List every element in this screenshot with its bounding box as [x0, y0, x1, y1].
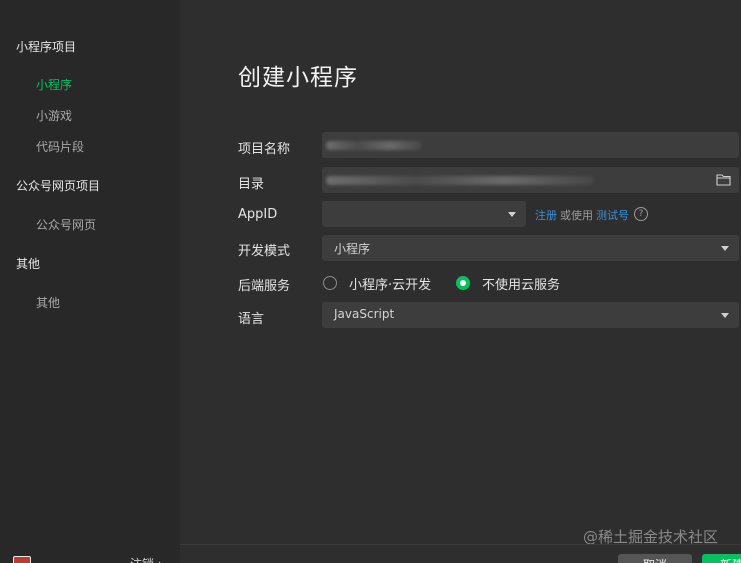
sidebar-item-miniprogram[interactable]: 小程序 [36, 76, 72, 93]
dev-mode-select[interactable]: 小程序 [322, 235, 739, 261]
cancel-button[interactable]: 取消 [618, 554, 692, 563]
or-use-text: 或使用 [560, 209, 593, 222]
appid-select[interactable] [322, 201, 526, 227]
dev-mode-value: 小程序 [334, 242, 371, 256]
language-select[interactable]: JavaScript [322, 302, 739, 328]
main-panel: 创建小程序 项目名称 目录 AppID 注册 或使用 测试号 ? 开发模式 小程… [180, 0, 741, 563]
radio-no-cloud[interactable] [456, 276, 470, 290]
sidebar: 小程序项目 小程序 小游戏 代码片段 公众号网页项目 公众号网页 其他 其他 注… [0, 0, 180, 563]
avatar[interactable] [13, 556, 31, 563]
sidebar-group-official-web: 公众号网页项目 [16, 179, 101, 193]
sidebar-item-minigame[interactable]: 小游戏 [36, 107, 72, 124]
help-icon[interactable]: ? [634, 207, 648, 221]
radio-cloud-dev[interactable] [323, 276, 337, 290]
chevron-down-icon [721, 246, 729, 251]
test-account-link[interactable]: 测试号 [596, 207, 629, 223]
chevron-down-icon [508, 212, 516, 217]
appid-label: AppID [238, 207, 278, 222]
dev-mode-label: 开发模式 [238, 244, 291, 259]
register-link[interactable]: 注册 [535, 207, 557, 223]
sidebar-footer: 注销 › [0, 545, 180, 563]
project-name-input[interactable] [322, 132, 739, 158]
sidebar-group-miniprogram: 小程序项目 [16, 40, 77, 54]
language-label: 语言 [238, 312, 265, 327]
backend-label: 后端服务 [238, 279, 291, 294]
directory-label: 目录 [238, 177, 265, 192]
radio-no-cloud-label[interactable]: 不使用云服务 [482, 274, 560, 293]
project-name-label: 项目名称 [238, 142, 291, 157]
radio-cloud-dev-label[interactable]: 小程序·云开发 [349, 274, 431, 293]
sidebar-item-official-web[interactable]: 公众号网页 [36, 216, 96, 233]
sidebar-group-other: 其他 [16, 257, 41, 271]
sidebar-item-code-snippet[interactable]: 代码片段 [36, 138, 84, 155]
directory-input[interactable] [322, 167, 739, 193]
redacted-project-name [326, 141, 422, 150]
logout-link[interactable]: 注销 › [130, 555, 163, 563]
create-button[interactable]: 新建 [702, 554, 741, 563]
chevron-down-icon [721, 313, 729, 318]
bottom-action-bar: 取消 新建 [180, 544, 741, 563]
app-window: 小程序项目 小程序 小游戏 代码片段 公众号网页项目 公众号网页 其他 其他 注… [0, 0, 741, 563]
sidebar-item-other[interactable]: 其他 [36, 294, 60, 311]
page-title: 创建小程序 [238, 65, 358, 91]
folder-icon[interactable] [716, 173, 731, 186]
redacted-directory [326, 176, 594, 185]
language-value: JavaScript [334, 307, 395, 321]
